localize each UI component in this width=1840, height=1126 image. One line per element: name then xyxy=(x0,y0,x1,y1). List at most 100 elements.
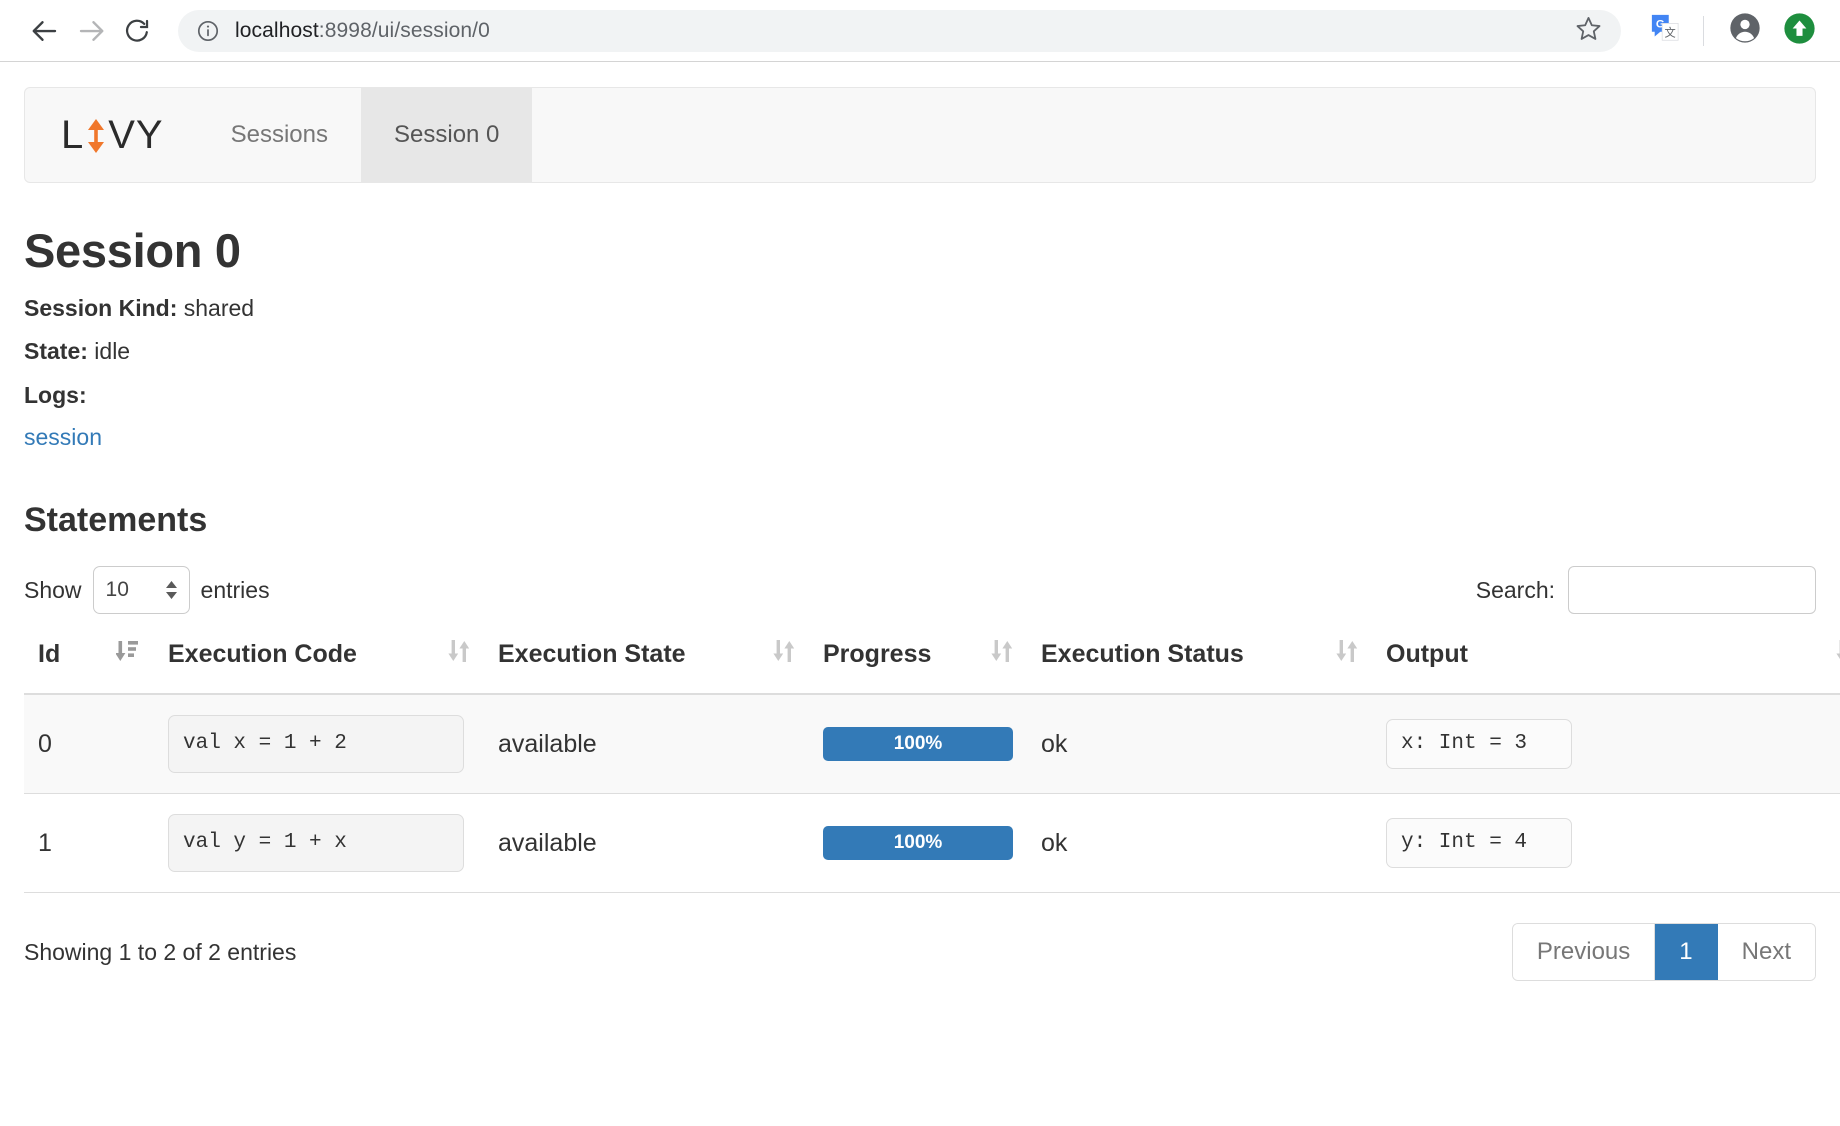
search-label: Search: xyxy=(1476,577,1555,604)
cell-execution-code: val x = 1 + 2 xyxy=(154,694,484,794)
column-header-execution-status[interactable]: Execution Status xyxy=(1027,638,1372,694)
sort-updown-icon xyxy=(991,638,1013,671)
table-row: 1 val y = 1 + x available 100% ok y: Int… xyxy=(24,794,1840,893)
column-header-execution-code[interactable]: Execution Code xyxy=(154,638,484,694)
vertical-double-arrow-icon xyxy=(85,116,107,156)
pagination: Previous 1 Next xyxy=(1512,923,1816,981)
reload-icon xyxy=(123,17,151,45)
show-label: Show xyxy=(24,577,82,604)
info-circle-icon[interactable] xyxy=(196,19,220,43)
entries-label: entries xyxy=(201,577,270,604)
page-content: L VY Sessions Session 0 Session 0 Sessio… xyxy=(0,87,1840,981)
entries-select-value: 10 xyxy=(106,578,129,602)
cell-execution-state: available xyxy=(484,694,809,794)
url-path: :8998/ui/session/0 xyxy=(319,19,490,42)
cell-output: y: Int = 4 xyxy=(1372,794,1840,893)
table-header-row: Id xyxy=(24,638,1840,694)
table-row: 0 val x = 1 + 2 available 100% ok x: Int… xyxy=(24,694,1840,794)
google-translate-extension-button[interactable]: G 文 xyxy=(1647,13,1683,49)
column-header-output[interactable]: Output xyxy=(1372,638,1840,694)
datatable-footer: Showing 1 to 2 of 2 entries Previous 1 N… xyxy=(24,923,1816,981)
logo-letter-l: L xyxy=(61,113,84,158)
session-kind-value: shared xyxy=(184,295,254,321)
sort-updown-icon xyxy=(1336,638,1358,671)
cell-execution-status: ok xyxy=(1027,694,1372,794)
statements-heading: Statements xyxy=(24,501,1816,540)
reload-button[interactable] xyxy=(114,8,160,54)
google-translate-icon: G 文 xyxy=(1650,13,1680,48)
bookmark-button[interactable] xyxy=(1571,14,1605,48)
column-header-progress[interactable]: Progress xyxy=(809,638,1027,694)
column-label-id: Id xyxy=(38,640,60,669)
table-header: Id xyxy=(24,638,1840,694)
toolbar-divider xyxy=(1703,16,1704,46)
back-button[interactable] xyxy=(22,8,68,54)
column-label-progress: Progress xyxy=(823,640,931,669)
column-label-execution-state: Execution State xyxy=(498,640,686,669)
entries-select[interactable]: 10 xyxy=(93,566,190,614)
progress-bar-track: 100% xyxy=(823,727,1013,761)
statements-table: Id xyxy=(24,638,1840,893)
session-kind-label: Session Kind: xyxy=(24,295,177,321)
column-header-execution-state[interactable]: Execution State xyxy=(484,638,809,694)
sort-updown-icon xyxy=(448,638,470,671)
cell-id: 1 xyxy=(24,794,154,893)
session-state-value: idle xyxy=(94,338,130,364)
progress-bar-track: 100% xyxy=(823,826,1013,860)
progress-bar-fill: 100% xyxy=(823,826,1013,860)
execution-code-field[interactable]: val x = 1 + 2 xyxy=(168,715,464,773)
session-kind-line: Session Kind: shared xyxy=(24,295,1816,321)
app-navbar: L VY Sessions Session 0 xyxy=(24,87,1816,183)
entries-info: Showing 1 to 2 of 2 entries xyxy=(24,939,296,966)
output-field[interactable]: x: Int = 3 xyxy=(1386,719,1572,769)
livy-logo: L VY xyxy=(61,113,164,158)
session-logs-label: Logs: xyxy=(24,382,87,408)
session-log-link[interactable]: session xyxy=(24,424,102,451)
table-body: 0 val x = 1 + 2 available 100% ok x: Int… xyxy=(24,694,1840,893)
account-avatar-icon xyxy=(1729,12,1761,49)
update-button[interactable] xyxy=(1780,12,1818,50)
session-state-line: State: idle xyxy=(24,338,1816,364)
brand-logo[interactable]: L VY xyxy=(25,88,198,182)
update-arrow-icon xyxy=(1783,12,1816,50)
cell-progress: 100% xyxy=(809,694,1027,794)
forward-arrow-icon xyxy=(76,16,106,46)
column-label-execution-status: Execution Status xyxy=(1041,640,1244,669)
logo-letters-vy: VY xyxy=(108,113,163,158)
nav-tab-session-0[interactable]: Session 0 xyxy=(361,88,532,182)
page-title: Session 0 xyxy=(24,223,1816,278)
execution-code-field[interactable]: val y = 1 + x xyxy=(168,814,464,872)
column-header-id[interactable]: Id xyxy=(24,638,154,694)
back-arrow-icon xyxy=(30,16,60,46)
cell-id: 0 xyxy=(24,694,154,794)
session-logs-line: Logs: xyxy=(24,382,1816,408)
cell-execution-state: available xyxy=(484,794,809,893)
pagination-next[interactable]: Next xyxy=(1718,924,1815,980)
url-text: localhost:8998/ui/session/0 xyxy=(235,19,1571,43)
session-state-label: State: xyxy=(24,338,88,364)
output-field[interactable]: y: Int = 4 xyxy=(1386,818,1572,868)
svg-text:文: 文 xyxy=(1665,25,1676,39)
search-filter: Search: xyxy=(1476,566,1816,614)
browser-toolbar: localhost:8998/ui/session/0 G 文 xyxy=(0,0,1840,62)
url-host: localhost xyxy=(235,19,319,42)
progress-bar-fill: 100% xyxy=(823,727,1013,761)
nav-tab-sessions[interactable]: Sessions xyxy=(198,88,361,182)
search-input[interactable] xyxy=(1568,566,1816,614)
sort-updown-icon xyxy=(1836,638,1840,671)
cell-output: x: Int = 3 xyxy=(1372,694,1840,794)
pagination-previous[interactable]: Previous xyxy=(1513,924,1655,980)
sort-updown-icon xyxy=(773,638,795,671)
column-label-output: Output xyxy=(1386,640,1468,669)
browser-extensions-area: G 文 xyxy=(1639,12,1818,50)
datatable-controls: Show 10 entries Search: xyxy=(24,566,1816,614)
profile-button[interactable] xyxy=(1726,12,1764,50)
cell-execution-code: val y = 1 + x xyxy=(154,794,484,893)
cell-progress: 100% xyxy=(809,794,1027,893)
address-bar[interactable]: localhost:8998/ui/session/0 xyxy=(178,10,1621,52)
column-label-execution-code: Execution Code xyxy=(168,640,357,669)
forward-button[interactable] xyxy=(68,8,114,54)
pagination-page-1[interactable]: 1 xyxy=(1655,924,1717,980)
stepper-arrows-icon xyxy=(165,579,178,601)
entries-length-control: Show 10 entries xyxy=(24,566,270,614)
